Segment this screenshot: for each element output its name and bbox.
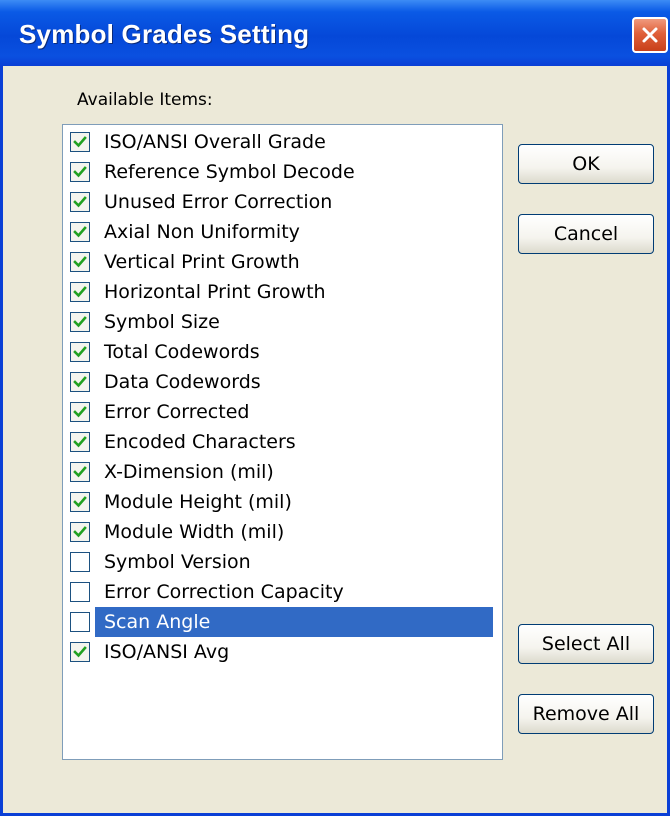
checkmark-icon xyxy=(73,436,87,448)
item-label: Data Codewords xyxy=(104,371,261,393)
list-item[interactable]: Axial Non Uniformity xyxy=(63,217,502,247)
title-bar[interactable]: Symbol Grades Setting xyxy=(0,0,670,66)
list-item[interactable]: Error Correction Capacity xyxy=(63,577,502,607)
list-item[interactable]: Total Codewords xyxy=(63,337,502,367)
item-checkbox[interactable] xyxy=(70,552,90,572)
item-checkbox[interactable] xyxy=(70,582,90,602)
item-label: ISO/ANSI Avg xyxy=(104,641,230,663)
ok-button[interactable]: OK xyxy=(518,144,654,184)
item-checkbox[interactable] xyxy=(70,252,90,272)
item-checkbox[interactable] xyxy=(70,612,90,632)
item-label: Vertical Print Growth xyxy=(104,251,300,273)
item-checkbox[interactable] xyxy=(70,372,90,392)
item-label: Error Corrected xyxy=(104,401,250,423)
checkmark-icon xyxy=(73,466,87,478)
remove-all-button[interactable]: Remove All xyxy=(518,694,654,734)
list-item[interactable]: Horizontal Print Growth xyxy=(63,277,502,307)
list-item[interactable]: Symbol Size xyxy=(63,307,502,337)
item-label: Total Codewords xyxy=(104,341,260,363)
checkmark-icon xyxy=(73,496,87,508)
list-item[interactable]: Scan Angle xyxy=(63,607,502,637)
checkmark-icon xyxy=(73,406,87,418)
list-item[interactable]: Symbol Version xyxy=(63,547,502,577)
item-checkbox[interactable] xyxy=(70,402,90,422)
available-items-list[interactable]: ISO/ANSI Overall Grade Reference Symbol D… xyxy=(62,124,503,760)
list-item[interactable]: Error Corrected xyxy=(63,397,502,427)
list-item[interactable]: Reference Symbol Decode xyxy=(63,157,502,187)
item-label: ISO/ANSI Overall Grade xyxy=(104,131,326,153)
cancel-button[interactable]: Cancel xyxy=(518,214,654,254)
item-label: Reference Symbol Decode xyxy=(104,161,355,183)
item-checkbox[interactable] xyxy=(70,222,90,242)
select-all-button[interactable]: Select All xyxy=(518,624,654,664)
item-checkbox[interactable] xyxy=(70,282,90,302)
checkmark-icon xyxy=(73,196,87,208)
item-label: Module Width (mil) xyxy=(104,521,285,543)
item-checkbox[interactable] xyxy=(70,522,90,542)
available-items-label: Available Items: xyxy=(77,90,213,110)
item-checkbox[interactable] xyxy=(70,312,90,332)
item-checkbox[interactable] xyxy=(70,462,90,482)
list-item[interactable]: ISO/ANSI Overall Grade xyxy=(63,127,502,157)
checkmark-icon xyxy=(73,376,87,388)
checkmark-icon xyxy=(73,256,87,268)
list-item[interactable]: X-Dimension (mil) xyxy=(63,457,502,487)
item-label: Encoded Characters xyxy=(104,431,296,453)
item-label: Symbol Size xyxy=(104,311,220,333)
list-item[interactable]: Encoded Characters xyxy=(63,427,502,457)
checkmark-icon xyxy=(73,646,87,658)
item-label: Horizontal Print Growth xyxy=(104,281,326,303)
item-checkbox[interactable] xyxy=(70,132,90,152)
item-checkbox[interactable] xyxy=(70,162,90,182)
list-item[interactable]: Unused Error Correction xyxy=(63,187,502,217)
item-checkbox[interactable] xyxy=(70,432,90,452)
item-label: Unused Error Correction xyxy=(104,191,333,213)
close-button[interactable] xyxy=(632,17,668,53)
checkmark-icon xyxy=(73,526,87,538)
item-label: X-Dimension (mil) xyxy=(104,461,274,483)
checkmark-icon xyxy=(73,316,87,328)
checkmark-icon xyxy=(73,346,87,358)
item-label: Module Height (mil) xyxy=(104,491,292,513)
list-item[interactable]: Module Height (mil) xyxy=(63,487,502,517)
item-checkbox[interactable] xyxy=(70,342,90,362)
close-icon xyxy=(642,27,658,43)
item-label: Axial Non Uniformity xyxy=(104,221,300,243)
item-checkbox[interactable] xyxy=(70,642,90,662)
item-checkbox[interactable] xyxy=(70,192,90,212)
list-item[interactable]: Vertical Print Growth xyxy=(63,247,502,277)
list-item[interactable]: ISO/ANSI Avg xyxy=(63,637,502,667)
checkmark-icon xyxy=(73,136,87,148)
window-title: Symbol Grades Setting xyxy=(19,19,310,49)
checkmark-icon xyxy=(73,226,87,238)
item-label: Scan Angle xyxy=(95,607,493,637)
item-label: Symbol Version xyxy=(104,551,251,573)
list-item[interactable]: Data Codewords xyxy=(63,367,502,397)
dialog-window: Symbol Grades Setting Available Items: I… xyxy=(0,0,670,816)
item-label: Error Correction Capacity xyxy=(104,581,344,603)
item-checkbox[interactable] xyxy=(70,492,90,512)
list-item[interactable]: Module Width (mil) xyxy=(63,517,502,547)
checkmark-icon xyxy=(73,166,87,178)
checkmark-icon xyxy=(73,286,87,298)
